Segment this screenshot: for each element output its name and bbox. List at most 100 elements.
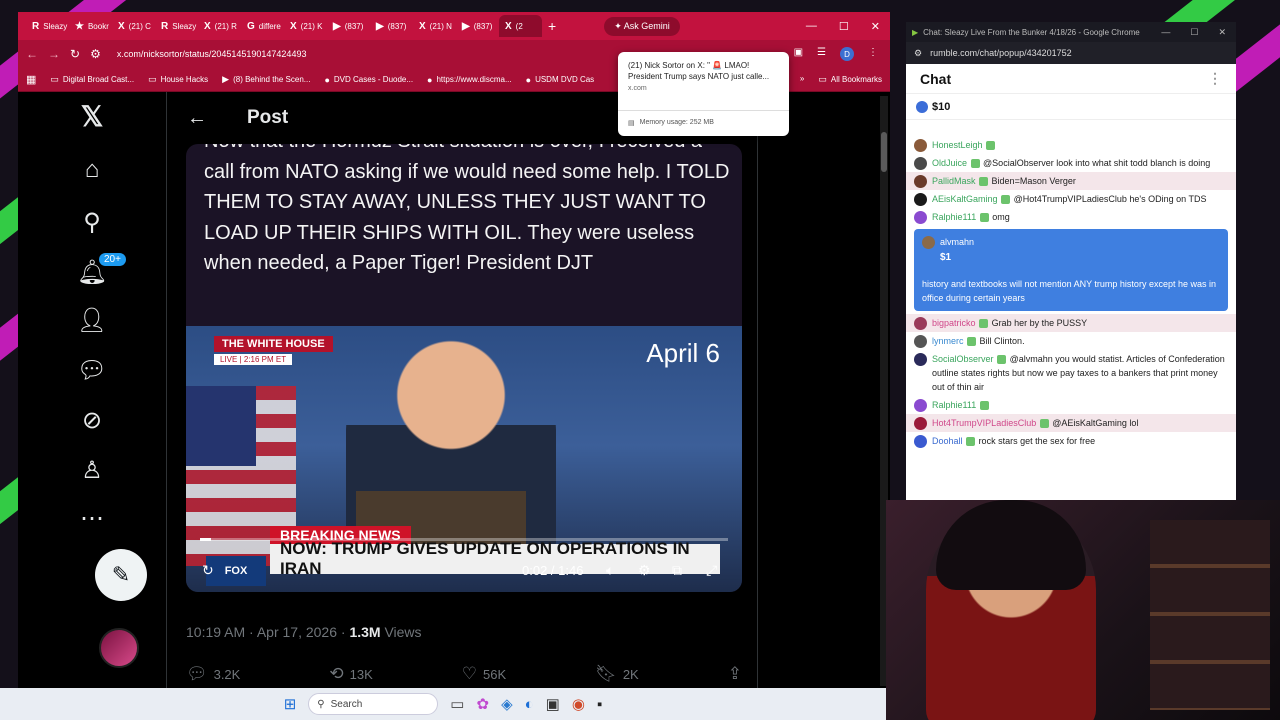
settings-gear-icon[interactable]: ⚙ bbox=[638, 562, 651, 579]
new-tab-button[interactable]: + bbox=[548, 18, 556, 34]
browser-tab[interactable]: Gdiffere bbox=[241, 15, 284, 37]
back-arrow-icon[interactable]: ← bbox=[187, 107, 207, 130]
compose-post-button[interactable]: ✎ bbox=[95, 549, 147, 601]
all-bookmarks-button[interactable]: ▭ All Bookmarks bbox=[818, 74, 882, 85]
video-progress-bar[interactable] bbox=[200, 538, 728, 541]
chat-username[interactable]: lynmerc bbox=[932, 336, 964, 346]
chat-username[interactable]: Doohall bbox=[932, 436, 963, 446]
bookmark-item[interactable]: ▶ (8) Behind the Scen... bbox=[222, 74, 310, 85]
photos-icon[interactable]: ◈ bbox=[501, 695, 513, 713]
user-avatar[interactable] bbox=[914, 193, 927, 206]
browser-tab[interactable]: R Sleazy bbox=[155, 15, 198, 37]
windows-start-icon[interactable]: ⊞ bbox=[284, 695, 297, 713]
reply-button[interactable]: 💬︎ 3.2K bbox=[186, 664, 240, 684]
chat-username[interactable]: OldJuice bbox=[932, 158, 967, 168]
site-info-icon[interactable]: ⚙ bbox=[914, 48, 922, 59]
post-timestamp[interactable]: 10:19 AM · Apr 17, 2026 · bbox=[186, 624, 349, 640]
scroll-thumb[interactable] bbox=[881, 132, 887, 172]
user-avatar[interactable] bbox=[914, 175, 927, 188]
chat-menu-icon[interactable]: ⋮ bbox=[1208, 70, 1222, 87]
chat-username[interactable]: SocialObserver bbox=[932, 354, 994, 364]
bookmark-item[interactable]: ● DVD Cases - Duode... bbox=[324, 75, 413, 85]
back-arrow-icon[interactable]: ← bbox=[26, 47, 38, 61]
cast-icon[interactable]: ▣ bbox=[794, 47, 803, 61]
post-media[interactable]: Now that the Hormuz Strait situation is … bbox=[186, 144, 742, 592]
minimize-icon[interactable]: — bbox=[806, 20, 817, 33]
extensions-icon[interactable]: ☰ bbox=[817, 47, 826, 61]
rant-username[interactable]: alvmahn bbox=[940, 235, 974, 249]
browser-tab[interactable]: ▶ (837) bbox=[370, 15, 413, 37]
chat-username[interactable]: HonestLeigh bbox=[932, 140, 983, 150]
user-avatar[interactable] bbox=[914, 353, 927, 366]
forward-arrow-icon[interactable]: → bbox=[48, 47, 60, 61]
replay-icon[interactable]: ↻ bbox=[202, 562, 214, 579]
video-player[interactable]: THE WHITE HOUSE LIVE | 2:16 PM ET April … bbox=[186, 326, 742, 592]
browser-tab[interactable]: R Sleazy bbox=[26, 15, 69, 37]
home-icon[interactable]: ⌂ bbox=[85, 156, 100, 184]
browser-tab[interactable]: X (21) K bbox=[284, 15, 327, 37]
chrome-icon[interactable]: ◉ bbox=[572, 695, 585, 713]
user-avatar[interactable] bbox=[914, 417, 927, 430]
browser-tab[interactable]: X (21) R bbox=[198, 15, 241, 37]
user-avatar[interactable] bbox=[914, 139, 927, 152]
task-view-icon[interactable]: ▭ bbox=[450, 695, 464, 713]
account-avatar[interactable] bbox=[99, 628, 139, 668]
user-avatar[interactable] bbox=[914, 399, 927, 412]
browser-tab[interactable]: X (2 bbox=[499, 15, 542, 37]
user-avatar[interactable] bbox=[914, 335, 927, 348]
copilot-icon[interactable]: ✿ bbox=[476, 695, 489, 713]
browser-tab[interactable]: X (21) C bbox=[112, 15, 155, 37]
bookmark-item[interactable]: ● USDM DVD Cas bbox=[526, 75, 595, 85]
browser-tab[interactable]: ▶ (837) bbox=[327, 15, 370, 37]
chat-url[interactable]: rumble.com/chat/popup/434201752 bbox=[930, 48, 1072, 58]
chat-username[interactable]: AEisKaltGaming bbox=[932, 194, 998, 204]
user-avatar[interactable] bbox=[914, 435, 927, 448]
bookmark-item[interactable]: ▭ Digital Broad Cast... bbox=[50, 74, 134, 85]
more-icon[interactable]: ⋯ bbox=[80, 504, 104, 533]
profile-avatar[interactable]: D bbox=[840, 47, 854, 61]
user-avatar[interactable] bbox=[914, 157, 927, 170]
site-info-icon[interactable]: ⚙ bbox=[90, 47, 101, 61]
app-icon[interactable]: ▪ bbox=[597, 696, 602, 713]
browser-tab[interactable]: ▶ (837) bbox=[456, 15, 499, 37]
browser-tab[interactable]: X (21) N bbox=[413, 15, 456, 37]
close-icon[interactable]: ✕ bbox=[1218, 27, 1226, 38]
user-avatar[interactable] bbox=[914, 211, 927, 224]
reload-icon[interactable]: ↻ bbox=[70, 47, 80, 61]
maximize-icon[interactable]: ☐ bbox=[839, 20, 849, 33]
volume-icon[interactable]: 🔈︎ bbox=[606, 562, 614, 579]
close-icon[interactable]: ✕ bbox=[871, 20, 880, 33]
taskbar-search[interactable]: ⚲ Search bbox=[308, 693, 439, 715]
chat-username[interactable]: bigpatricko bbox=[932, 318, 976, 328]
messages-icon[interactable]: 💬︎ bbox=[77, 356, 107, 385]
ask-gemini-button[interactable]: ✦ Ask Gemini bbox=[604, 16, 680, 36]
apps-grid-icon[interactable]: ▦ bbox=[26, 73, 36, 86]
bookmark-item[interactable]: ▭ House Hacks bbox=[148, 74, 208, 85]
pinned-rant-chip[interactable]: $10 bbox=[906, 94, 1236, 120]
chat-username[interactable]: Hot4TrumpVIPLadiesClub bbox=[932, 418, 1036, 428]
pip-icon[interactable]: ⧉ bbox=[672, 562, 682, 579]
search-icon[interactable]: ⚲ bbox=[83, 208, 101, 237]
follow-user-icon[interactable]: 👤︎ bbox=[77, 306, 107, 335]
grok-icon[interactable]: ⊘ bbox=[82, 406, 102, 435]
x-logo-icon[interactable]: 𝕏 bbox=[81, 100, 104, 133]
edge-icon[interactable]: ◐ bbox=[525, 696, 534, 713]
chat-username[interactable]: PallidMask bbox=[932, 176, 976, 186]
user-avatar[interactable] bbox=[922, 235, 935, 249]
fullscreen-icon[interactable]: ⤢ bbox=[706, 562, 717, 579]
minimize-icon[interactable]: — bbox=[1161, 27, 1170, 38]
chat-username[interactable]: Ralphie111 bbox=[932, 212, 976, 222]
chat-username[interactable]: Ralphie111 bbox=[932, 400, 976, 410]
bookmark-item[interactable]: ● https://www.discma... bbox=[427, 75, 512, 85]
share-button[interactable]: ⇪ bbox=[728, 664, 742, 684]
profile-icon[interactable]: ♙ bbox=[81, 456, 103, 485]
user-avatar[interactable] bbox=[914, 317, 927, 330]
file-explorer-icon[interactable]: ▣ bbox=[546, 695, 560, 713]
bookmark-button[interactable]: 🔖︎ 2K bbox=[595, 664, 639, 684]
maximize-icon[interactable]: ☐ bbox=[1190, 27, 1198, 38]
like-button[interactable]: ♡ 56K bbox=[462, 664, 506, 684]
browser-tab[interactable]: ★ Bookr bbox=[69, 15, 112, 37]
bookmarks-more-button[interactable]: » bbox=[800, 74, 804, 85]
repost-button[interactable]: ⟲ 13K bbox=[329, 664, 372, 684]
menu-kebab-icon[interactable]: ⋮ bbox=[868, 47, 878, 61]
